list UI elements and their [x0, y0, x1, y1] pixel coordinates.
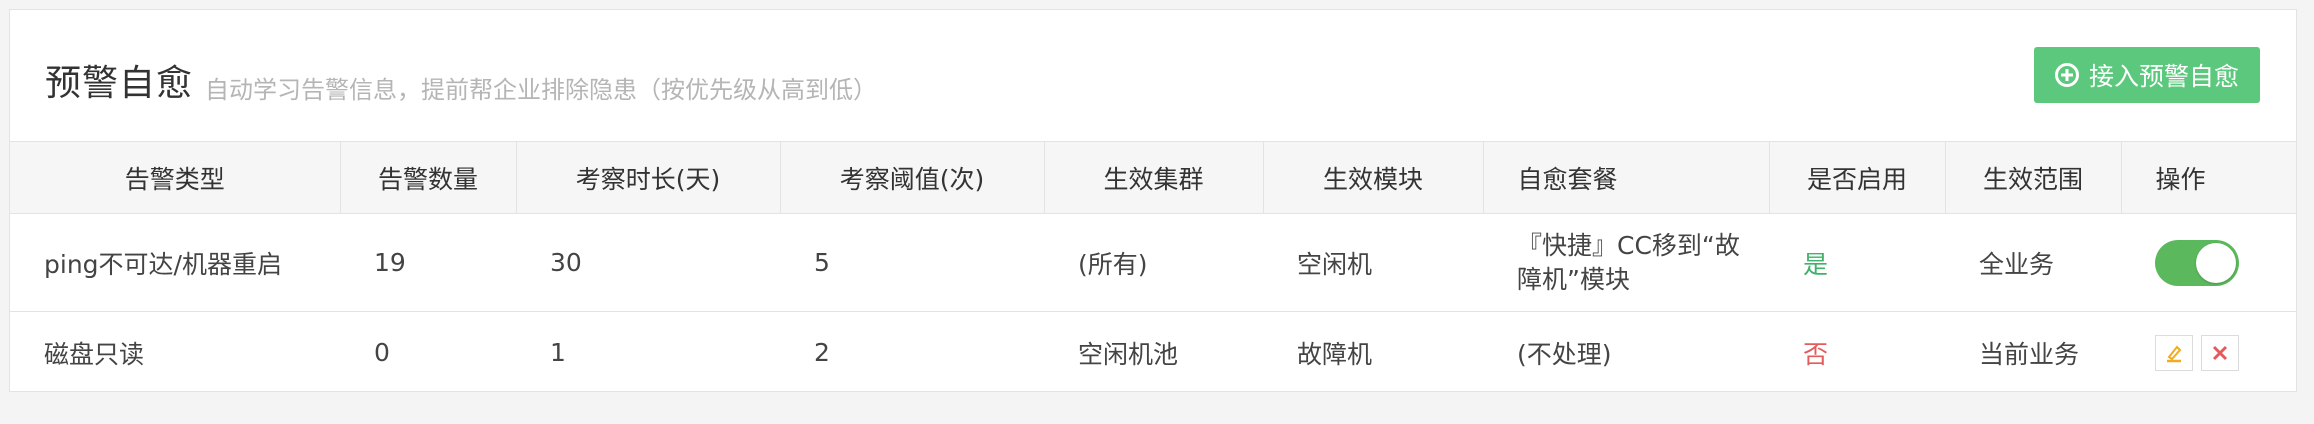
cell-enabled: 是	[1769, 213, 1945, 312]
panel-header: 预警自愈 自动学习告警信息，提前帮企业排除隐患（按优先级从高到低） 接入预警自愈	[10, 10, 2296, 141]
cell-module: 空闲机	[1263, 213, 1483, 312]
cell-module: 故障机	[1297, 339, 1373, 369]
add-self-heal-button-label: 接入预警自愈	[2088, 62, 2239, 91]
cell-alarm-count: 19	[340, 213, 516, 312]
cell-scope: 全业务	[1945, 213, 2121, 312]
toggle-knob	[2196, 242, 2236, 283]
cell-scope: 当前业务	[1979, 339, 2080, 369]
col-header-scope: 生效范围	[1945, 141, 2122, 214]
col-header-cluster: 生效集群	[1044, 141, 1264, 214]
page-title: 预警自愈	[45, 63, 194, 104]
table-row: ping不可达/机器重启 19 30 5 (所有) 空闲机 『快捷』CC移到“故…	[10, 213, 2296, 312]
close-icon	[2212, 345, 2228, 360]
table-header-row: 告警类型 告警数量 考察时长(天) 考察阈值(次) 生效集群 生效模块 自愈套餐…	[10, 141, 2296, 214]
plus-circle-icon	[2054, 63, 2079, 87]
col-header-actions: 操作	[2121, 141, 2296, 214]
cell-package: 『快捷』CC移到“故障机”模块	[1483, 213, 1769, 312]
cell-cluster: (所有)	[1044, 213, 1263, 312]
alarm-table: 告警类型 告警数量 考察时长(天) 考察阈值(次) 生效集群 生效模块 自愈套餐…	[10, 141, 2296, 394]
cell-threshold: 5	[780, 213, 1044, 312]
cell-threshold: 2	[814, 338, 830, 368]
cell-enabled: 否	[1803, 339, 1829, 369]
col-header-threshold: 考察阈值(次)	[780, 141, 1045, 214]
table-row: 磁盘只读 0 1 2 空闲机池 故障机 (不处理) 否 当前业务	[10, 312, 2296, 394]
cell-actions	[2121, 213, 2296, 312]
cell-alarm-count: 0	[374, 338, 390, 368]
cell-duration: 1	[550, 338, 566, 368]
cell-actions	[2121, 312, 2296, 394]
enable-toggle[interactable]	[2155, 239, 2239, 286]
cell-alarm-type: ping不可达/机器重启	[10, 213, 340, 312]
cell-alarm-type: 磁盘只读	[44, 339, 145, 369]
alarm-self-heal-panel: 预警自愈 自动学习告警信息，提前帮企业排除隐患（按优先级从高到低） 接入预警自愈…	[9, 9, 2297, 392]
add-self-heal-button[interactable]: 接入预警自愈	[2034, 47, 2260, 103]
edit-button[interactable]	[2155, 334, 2193, 371]
cell-package: (不处理)	[1517, 339, 1612, 369]
col-header-alarm-count: 告警数量	[340, 141, 517, 214]
col-header-alarm-type: 告警类型	[10, 141, 341, 214]
cell-cluster: 空闲机池	[1078, 339, 1179, 369]
pencil-icon	[2167, 345, 2182, 362]
cell-duration: 30	[516, 213, 780, 312]
col-header-module: 生效模块	[1263, 141, 1484, 214]
col-header-duration: 考察时长(天)	[516, 141, 781, 214]
col-header-enabled: 是否启用	[1769, 141, 1946, 214]
col-header-package: 自愈套餐	[1483, 141, 1770, 214]
row-actions	[2155, 334, 2296, 371]
page-subtitle: 自动学习告警信息，提前帮企业排除隐患（按优先级从高到低）	[205, 76, 877, 104]
delete-button[interactable]	[2201, 334, 2239, 371]
